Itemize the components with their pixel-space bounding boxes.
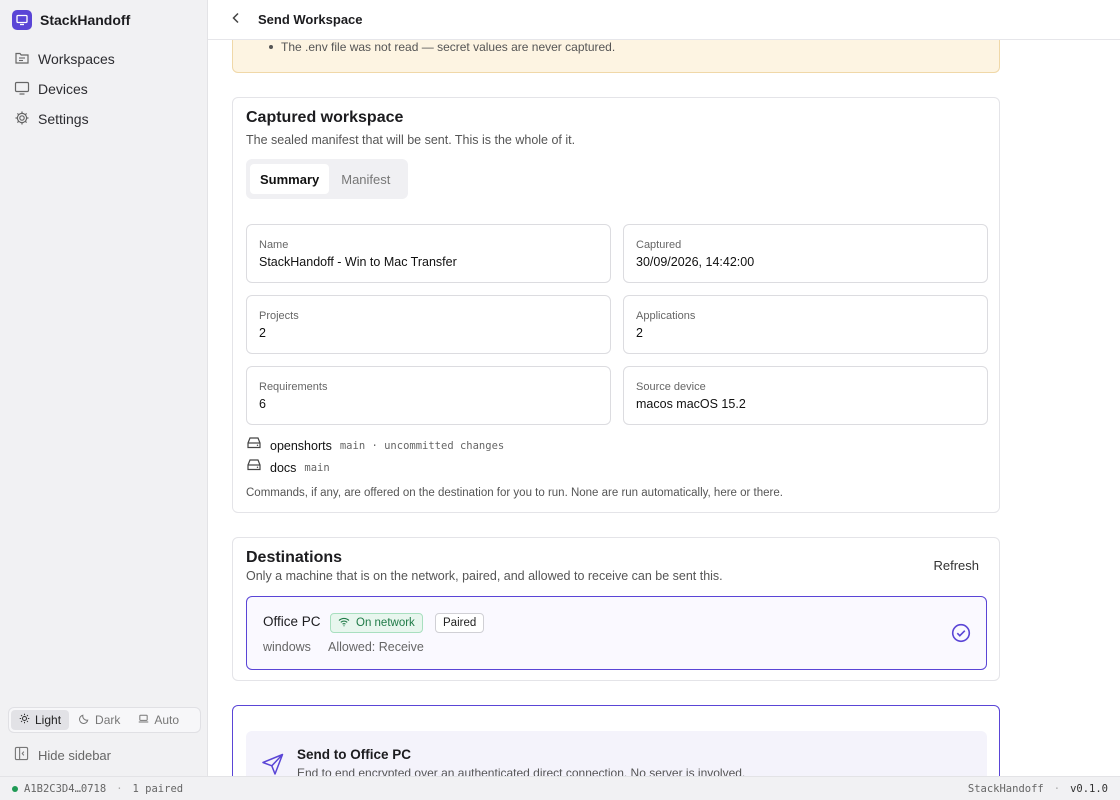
sidebar-toggle-icon (14, 746, 29, 764)
app-logo-icon (12, 10, 32, 30)
field-projects: Projects 2 (246, 295, 611, 354)
chevron-left-icon (231, 11, 241, 29)
sidebar-item-label: Devices (38, 81, 88, 97)
sidebar-nav: Workspaces Devices Settings (0, 40, 207, 138)
brand: StackHandoff (0, 0, 207, 40)
theme-light-button[interactable]: Light (11, 710, 70, 730)
destinations-card: Destinations Only a machine that is on t… (232, 537, 1000, 681)
main-content: The .env file was not read — secret valu… (208, 40, 1120, 776)
monitor-icon (14, 80, 30, 99)
send-subtitle: End to end encrypted over an authenticat… (297, 766, 746, 776)
app-name: StackHandoff (40, 12, 131, 28)
sidebar-item-label: Workspaces (38, 51, 115, 67)
section-subtitle: The sealed manifest that will be sent. T… (246, 133, 576, 147)
bullet-icon (269, 45, 273, 49)
moon-icon (79, 713, 90, 727)
send-card: Send to Office PC End to end encrypted o… (232, 705, 1000, 776)
sidebar-item-settings[interactable]: Settings (0, 104, 207, 134)
wifi-icon (338, 617, 350, 630)
section-subtitle: Only a machine that is on the network, p… (246, 569, 723, 583)
paired-badge: Paired (435, 613, 485, 633)
gear-icon (14, 110, 30, 129)
network-status-badge: On network (330, 613, 423, 633)
theme-dark-button[interactable]: Dark (71, 710, 128, 730)
sun-icon (19, 713, 30, 727)
field-captured: Captured 30/09/2026, 14:42:00 (623, 224, 988, 283)
warning-notice: The .env file was not read — secret valu… (232, 40, 1000, 73)
refresh-button[interactable]: Refresh (933, 558, 979, 573)
online-status-icon (12, 785, 18, 792)
folder-tree-icon (14, 50, 30, 69)
check-circle-icon (951, 623, 971, 648)
send-icon (261, 752, 285, 776)
destination-permission: Allowed: Receive (328, 640, 424, 654)
tab-manifest[interactable]: Manifest (331, 164, 400, 194)
section-title: Destinations (246, 549, 343, 566)
sidebar-item-label: Settings (38, 111, 89, 127)
hide-sidebar-button[interactable]: Hide sidebar (14, 746, 111, 764)
tab-summary[interactable]: Summary (250, 164, 330, 194)
captured-workspace-card: Captured workspace The sealed manifest t… (232, 97, 1000, 513)
section-title: Captured workspace (246, 109, 404, 126)
header: Send Workspace (208, 0, 1120, 40)
laptop-icon (138, 713, 149, 727)
sidebar: StackHandoff Workspaces Devices Settings (0, 0, 208, 776)
destination-name: Office PC (263, 614, 321, 629)
sidebar-item-devices[interactable]: Devices (0, 74, 207, 104)
device-id: A1B2C3D4…0718 (24, 782, 107, 795)
paired-count: 1 paired (132, 782, 184, 795)
sidebar-item-workspaces[interactable]: Workspaces (0, 44, 207, 74)
app-version: v0.1.0 (1070, 782, 1108, 795)
status-app-name: StackHandoff (967, 782, 1044, 795)
back-button[interactable] (228, 12, 244, 28)
list-item: openshorts main · uncommitted changes (246, 436, 504, 455)
theme-auto-button[interactable]: Auto (130, 710, 187, 730)
page-title: Send Workspace (258, 12, 363, 27)
hard-drive-icon (246, 458, 262, 477)
destination-item[interactable]: Office PC On network Paired windows Allo… (246, 596, 987, 670)
tab-bar: Summary Manifest (246, 159, 408, 199)
list-item: docs main (246, 458, 330, 477)
commands-note: Commands, if any, are offered on the des… (246, 487, 783, 499)
field-applications: Applications 2 (623, 295, 988, 354)
theme-switch: Light Dark Auto (8, 707, 201, 733)
field-requirements: Requirements 6 (246, 366, 611, 425)
send-title: Send to Office PC (297, 747, 412, 762)
send-button[interactable]: Send to Office PC End to end encrypted o… (246, 731, 987, 776)
destination-os: windows (263, 640, 311, 654)
hard-drive-icon (246, 436, 262, 455)
status-bar: A1B2C3D4…0718 · 1 paired StackHandoff · … (0, 776, 1120, 800)
notice-item: The .env file was not read — secret valu… (269, 40, 615, 54)
field-source-device: Source device macos macOS 15.2 (623, 366, 988, 425)
field-name: Name StackHandoff - Win to Mac Transfer (246, 224, 611, 283)
